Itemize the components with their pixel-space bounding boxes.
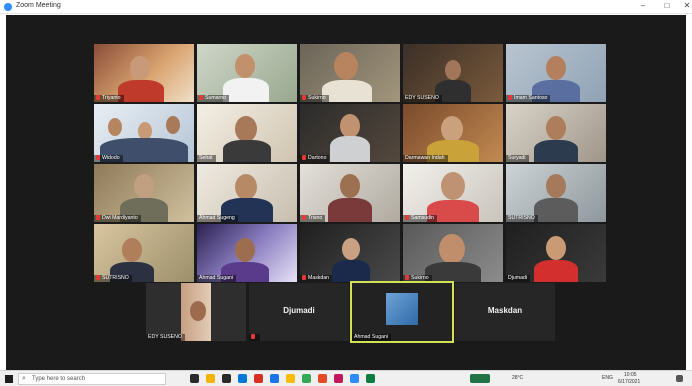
participant-name: Ahmad Sugani xyxy=(197,275,237,282)
participant-display-name: Djumadi xyxy=(283,306,315,316)
participant-tile[interactable]: Sumarno xyxy=(197,44,297,102)
participant-name: EDY SUSENO xyxy=(403,95,442,102)
muted-mic-icon xyxy=(302,275,306,280)
pdf-icon[interactable] xyxy=(254,374,263,383)
muted-mic-icon xyxy=(405,215,409,220)
clock-date: 6/17/2021 xyxy=(618,379,641,385)
participant-tile[interactable]: Ahmad Sugeng xyxy=(197,164,297,222)
participant-name: Widodo xyxy=(94,155,123,162)
app-icon[interactable] xyxy=(470,374,490,383)
window-title: Zoom Meeting xyxy=(16,2,61,9)
participant-tile[interactable]: Sukirno xyxy=(403,224,503,282)
app-icon[interactable] xyxy=(334,374,343,383)
participant-name: Samsudin xyxy=(403,215,438,222)
participant-tile[interactable]: SUTRISNO xyxy=(506,164,606,222)
participant-name: SUTRISNO xyxy=(94,275,132,282)
windows-start-icon[interactable] xyxy=(5,375,13,383)
participant-tile[interactable]: Imam Santoso xyxy=(506,44,606,102)
weather-temp: 28°C xyxy=(512,375,524,381)
task-view-icon[interactable] xyxy=(190,374,199,383)
participant-name: Sukirno xyxy=(300,95,329,102)
minimize-icon[interactable]: – xyxy=(636,1,650,10)
participant-name: Imam Santoso xyxy=(506,95,551,102)
file-explorer-icon[interactable] xyxy=(206,374,215,383)
participant-tile[interactable]: Samsudin xyxy=(403,164,503,222)
participant-tile[interactable]: SUTRISNO xyxy=(94,224,194,282)
close-icon[interactable]: ✕ xyxy=(680,1,692,10)
participant-name: Suryadi xyxy=(506,155,529,162)
muted-mic-icon xyxy=(302,95,306,100)
muted-mic-icon xyxy=(302,215,306,220)
app-icon[interactable] xyxy=(318,374,327,383)
search-box[interactable]: ⌕ Type here to search xyxy=(18,373,166,385)
app-icon[interactable] xyxy=(302,374,311,383)
excel-icon[interactable] xyxy=(366,374,375,383)
participant-name: Darmawan Indah xyxy=(403,155,448,162)
participant-name: Dartono xyxy=(300,155,330,162)
muted-mic-icon xyxy=(508,95,512,100)
participant-tile[interactable]: Djumadi xyxy=(249,283,349,341)
participant-name: Sehat xyxy=(197,155,216,162)
participant-name: Maskdan xyxy=(300,275,333,282)
muted-mic-icon xyxy=(96,275,100,280)
edge-icon[interactable] xyxy=(238,374,247,383)
participant-tile[interactable]: Dwi Mardiyanto xyxy=(94,164,194,222)
participant-name: EDY SUSENO xyxy=(146,334,185,341)
muted-mic-icon xyxy=(199,95,203,100)
zoom-taskbar-icon[interactable] xyxy=(350,374,359,383)
participant-name: Dwi Mardiyanto xyxy=(94,215,141,222)
participant-name: Ahmad Sugani xyxy=(352,334,392,341)
muted-mic-icon xyxy=(96,215,100,220)
participant-name: Triyanto xyxy=(94,95,124,102)
participant-tile[interactable]: Sukirno xyxy=(300,44,400,102)
participant-tile[interactable]: Widodo xyxy=(94,104,194,162)
muted-mic-icon xyxy=(96,155,100,160)
participant-name: Sukirno xyxy=(403,275,432,282)
title-bar: Zoom Meeting – □ ✕ xyxy=(0,0,692,14)
participant-name: SUTRISNO xyxy=(506,215,538,222)
participant-tile[interactable]: Ahmad Sugani xyxy=(197,224,297,282)
chrome-icon[interactable] xyxy=(270,374,279,383)
notification-icon[interactable] xyxy=(676,375,683,382)
clock-time: 10:05 xyxy=(624,372,637,378)
participant-name: Trisno xyxy=(300,215,326,222)
search-icon: ⌕ xyxy=(22,375,26,382)
participant-tile[interactable]: Darmawan Indah xyxy=(403,104,503,162)
participant-tile[interactable]: Djumadi xyxy=(506,224,606,282)
participant-name: Ahmad Sugeng xyxy=(197,215,238,222)
participant-tile[interactable]: EDY SUSENO xyxy=(146,283,246,341)
participant-tile[interactable]: Maskdan xyxy=(455,283,555,341)
muted-mic-icon xyxy=(251,334,255,339)
participant-name: Djumadi xyxy=(506,275,531,282)
maximize-icon[interactable]: □ xyxy=(660,1,674,10)
participant-name: Sumarno xyxy=(197,95,230,102)
participant-tile[interactable]: Trisno xyxy=(300,164,400,222)
muted-mic-icon xyxy=(302,155,306,160)
participant-display-name: Maskdan xyxy=(487,306,523,316)
participant-tile[interactable]: Suryadi xyxy=(506,104,606,162)
gallery-view: Triyanto Sumarno Sukirno EDY SUSENO Imam… xyxy=(6,15,686,370)
participant-tile[interactable]: Maskdan xyxy=(300,224,400,282)
avatar xyxy=(386,293,418,325)
participant-tile[interactable]: Sehat xyxy=(197,104,297,162)
participant-tile[interactable]: Dartono xyxy=(300,104,400,162)
muted-mic-icon xyxy=(96,95,100,100)
language-indicator: ENG xyxy=(602,375,613,381)
app-icon[interactable] xyxy=(286,374,295,383)
participant-tile[interactable]: EDY SUSENO xyxy=(403,44,503,102)
active-speaker-tile[interactable]: Ahmad Sugani xyxy=(350,281,454,343)
muted-mic-icon xyxy=(405,275,409,280)
store-icon[interactable] xyxy=(222,374,231,383)
participant-name xyxy=(249,334,260,341)
taskbar: ⌕ Type here to search 28°C ENG 10:05 6/1… xyxy=(0,370,692,386)
search-placeholder: Type here to search xyxy=(32,376,86,382)
zoom-app-icon xyxy=(4,3,12,11)
participant-tile[interactable]: Triyanto xyxy=(94,44,194,102)
